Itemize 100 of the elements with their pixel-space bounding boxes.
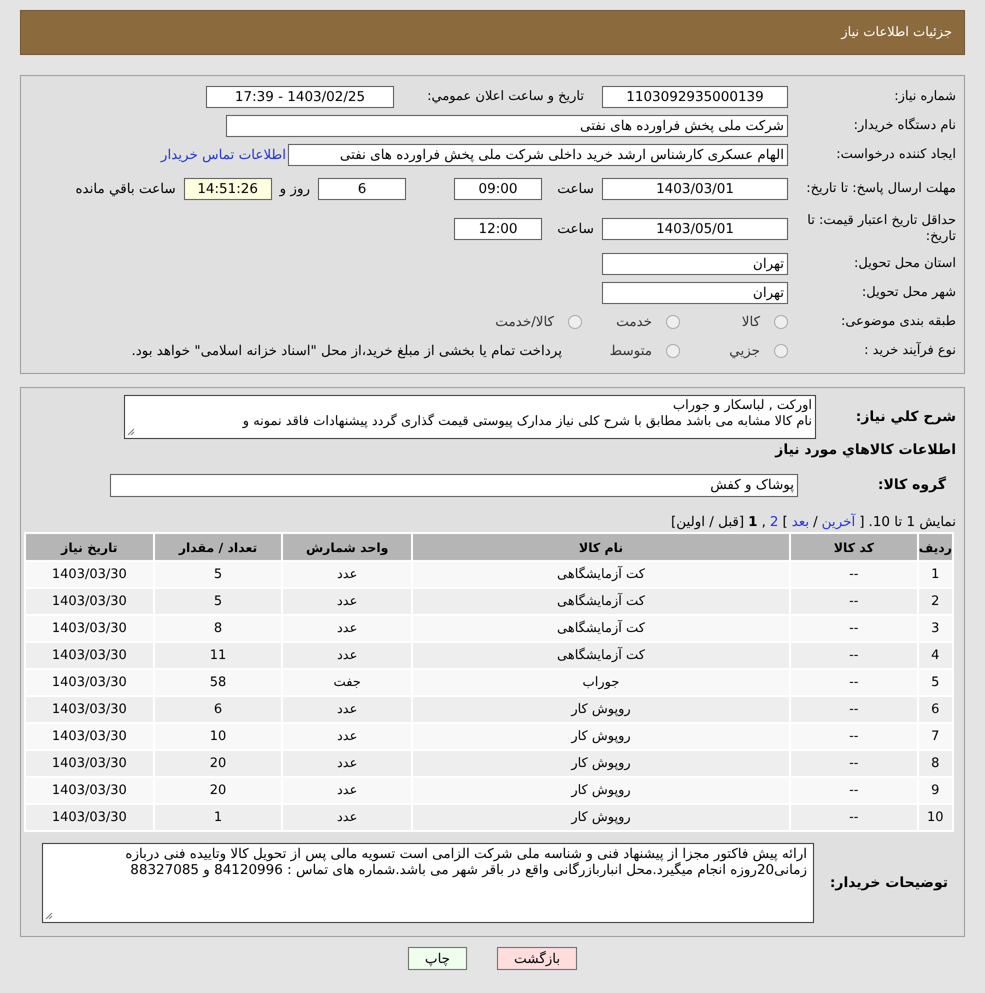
radio-icon[interactable] xyxy=(774,314,788,328)
radio-icon[interactable] xyxy=(774,344,788,358)
table-cell: کت آزمایشگاهی xyxy=(413,643,789,668)
table-cell: 1403/03/30 xyxy=(26,751,153,776)
table-cell: 20 xyxy=(154,778,282,803)
field-label: حداقل تاریخ اعتبار قیمت: تا تاریخ: xyxy=(806,213,956,245)
time-label: ساعت xyxy=(556,221,594,237)
field-label: شهر محل تحویل: xyxy=(860,284,956,300)
days-field: 6 xyxy=(318,178,406,200)
table-cell: عدد xyxy=(283,616,411,641)
buyer-contact-link[interactable]: اطلاعات تماس خریدار xyxy=(160,146,286,162)
table-cell: 1 xyxy=(918,562,952,587)
resize-grip-icon xyxy=(45,912,53,920)
table-cell: 5 xyxy=(154,589,282,614)
date-field: 1403/05/01 xyxy=(602,218,788,240)
radio-option[interactable]: کالا/خدمت xyxy=(482,314,582,330)
table-cell: 1403/03/30 xyxy=(26,670,153,695)
table-cell: 1403/03/30 xyxy=(26,562,153,587)
date-field: 1403/03/01 xyxy=(602,178,788,200)
table-cell: 11 xyxy=(154,643,282,668)
table-cell: عدد xyxy=(283,805,411,830)
table-cell: 5 xyxy=(154,562,282,587)
column-header: کد کالا xyxy=(790,534,917,560)
table-cell: 5 xyxy=(918,670,952,695)
table-cell: کت آزمایشگاهی xyxy=(413,616,789,641)
field-label: شماره نیاز: xyxy=(893,88,956,104)
need-number-field: 1103092935000139 xyxy=(602,86,788,108)
table-cell: عدد xyxy=(283,562,411,587)
field-label: مهلت ارسال پاسخ: تا تاریخ: xyxy=(805,181,956,197)
back-button[interactable]: بازگشت xyxy=(497,947,578,970)
pagination-link[interactable]: 2 xyxy=(770,514,778,530)
pagination-text: [قبل / اولین] xyxy=(671,514,744,530)
field-label: نام دستگاه خریدار: xyxy=(852,118,956,134)
buyer-org-field: شرکت ملی پخش فراورده های نفتی xyxy=(226,114,788,136)
table-cell: 3 xyxy=(918,616,952,641)
table-cell: کت آزمایشگاهی xyxy=(413,562,789,587)
field-label: ایجاد کننده درخواست: xyxy=(835,146,956,162)
table-cell: 6 xyxy=(154,697,282,722)
table-cell: 20 xyxy=(154,751,282,776)
column-header: ردیف xyxy=(918,534,952,560)
pagination-link[interactable]: بعد xyxy=(792,514,810,530)
table-cell: -- xyxy=(790,562,917,587)
column-header: نام کالا xyxy=(413,534,789,560)
table-cell: 1403/03/30 xyxy=(26,697,153,722)
table-cell: عدد xyxy=(283,643,411,668)
radio-option[interactable]: جزيي xyxy=(688,342,788,358)
pagination-link[interactable]: آخرین xyxy=(822,514,856,530)
table-cell: 1403/03/30 xyxy=(26,778,153,803)
table-cell: عدد xyxy=(283,724,411,749)
table-cell: جفت xyxy=(283,670,411,695)
table-cell: -- xyxy=(790,589,917,614)
table-cell: -- xyxy=(790,751,917,776)
table-cell: 1403/03/30 xyxy=(26,805,153,830)
pagination-text: نمایش 1 تا 10. xyxy=(868,514,956,530)
table-cell: 8 xyxy=(918,751,952,776)
current-page: 1 xyxy=(748,514,758,530)
table-cell: 10 xyxy=(154,724,282,749)
table-cell: 1 xyxy=(154,805,282,830)
page-header: جزئیات اطلاعات نیاز xyxy=(20,10,965,55)
table-cell: -- xyxy=(790,616,917,641)
resize-grip-icon xyxy=(127,428,135,436)
table-cell: 58 xyxy=(154,670,282,695)
table-cell: روپوش کار xyxy=(413,805,789,830)
table-cell: روپوش کار xyxy=(413,697,789,722)
requester-field: الهام عسکری کارشناس ارشد خرید داخلی شرکت ملی پخش فراورده های نفتی xyxy=(288,144,788,166)
field-label: نوع فرآیند خرید : xyxy=(863,342,956,358)
table-cell: 1403/03/30 xyxy=(26,643,153,668)
radio-icon[interactable] xyxy=(568,314,582,328)
pagination-text: / xyxy=(813,514,818,530)
radio-icon[interactable] xyxy=(666,314,680,328)
table-cell: روپوش کار xyxy=(413,751,789,776)
table-cell: 6 xyxy=(918,697,952,722)
summary-textarea[interactable]: اورکت , لباسکار و جوراب نام کالا مشابه می باشد مطابق با شرح کلی نیاز مدارک پیوستی قیمت گذاری گردد پیشنهادات فاقد نمونه و xyxy=(124,395,816,439)
table-cell: 2 xyxy=(918,589,952,614)
table-cell: 9 xyxy=(918,778,952,803)
time-label: ساعت xyxy=(556,181,594,197)
radio-option[interactable]: کالا xyxy=(688,314,788,330)
table-cell: 1403/03/30 xyxy=(26,589,153,614)
radio-option[interactable]: خدمت xyxy=(590,314,680,330)
pagination-text: [ xyxy=(859,514,865,530)
table-cell: 1403/03/30 xyxy=(26,724,153,749)
radio-option[interactable]: متوسط xyxy=(570,342,680,358)
table-cell: روپوش کار xyxy=(413,778,789,803)
table-cell: -- xyxy=(790,697,917,722)
field-label: طبقه بندی موضوعی: xyxy=(840,314,956,330)
field-label: شرح کلي نیاز: xyxy=(854,409,956,425)
buyer-notes-textarea[interactable]: ارائه پیش فاکتور مجزا از پیشنهاد فنی و شناسه ملی شرکت الزامی است تسویه مالی پس از تحویل کالا وتاییده فنی دربازه زمانی20روزه انجام میگیرد.محل انباربازرگانی واقع در باقر شهر می باشد.شماره های تماس : 84120996 و 88327085 xyxy=(42,843,814,923)
field-label: توضیحات خریدار: xyxy=(828,875,949,891)
section-title: اطلاعات کالاهاي مورد نیاز xyxy=(774,441,956,460)
table-cell: -- xyxy=(790,670,917,695)
field-label: استان محل تحویل: xyxy=(853,256,956,272)
table-cell: کت آزمایشگاهی xyxy=(413,589,789,614)
city-field: تهران xyxy=(602,282,788,304)
print-button[interactable]: چاپ xyxy=(408,947,468,970)
table-cell: 8 xyxy=(154,616,282,641)
goods-group-field: پوشاک و کفش xyxy=(110,474,798,496)
time-field: 09:00 xyxy=(454,178,542,200)
time-field: 12:00 xyxy=(454,218,542,240)
column-header: تعداد / مقدار xyxy=(154,534,282,560)
radio-icon[interactable] xyxy=(666,344,680,358)
